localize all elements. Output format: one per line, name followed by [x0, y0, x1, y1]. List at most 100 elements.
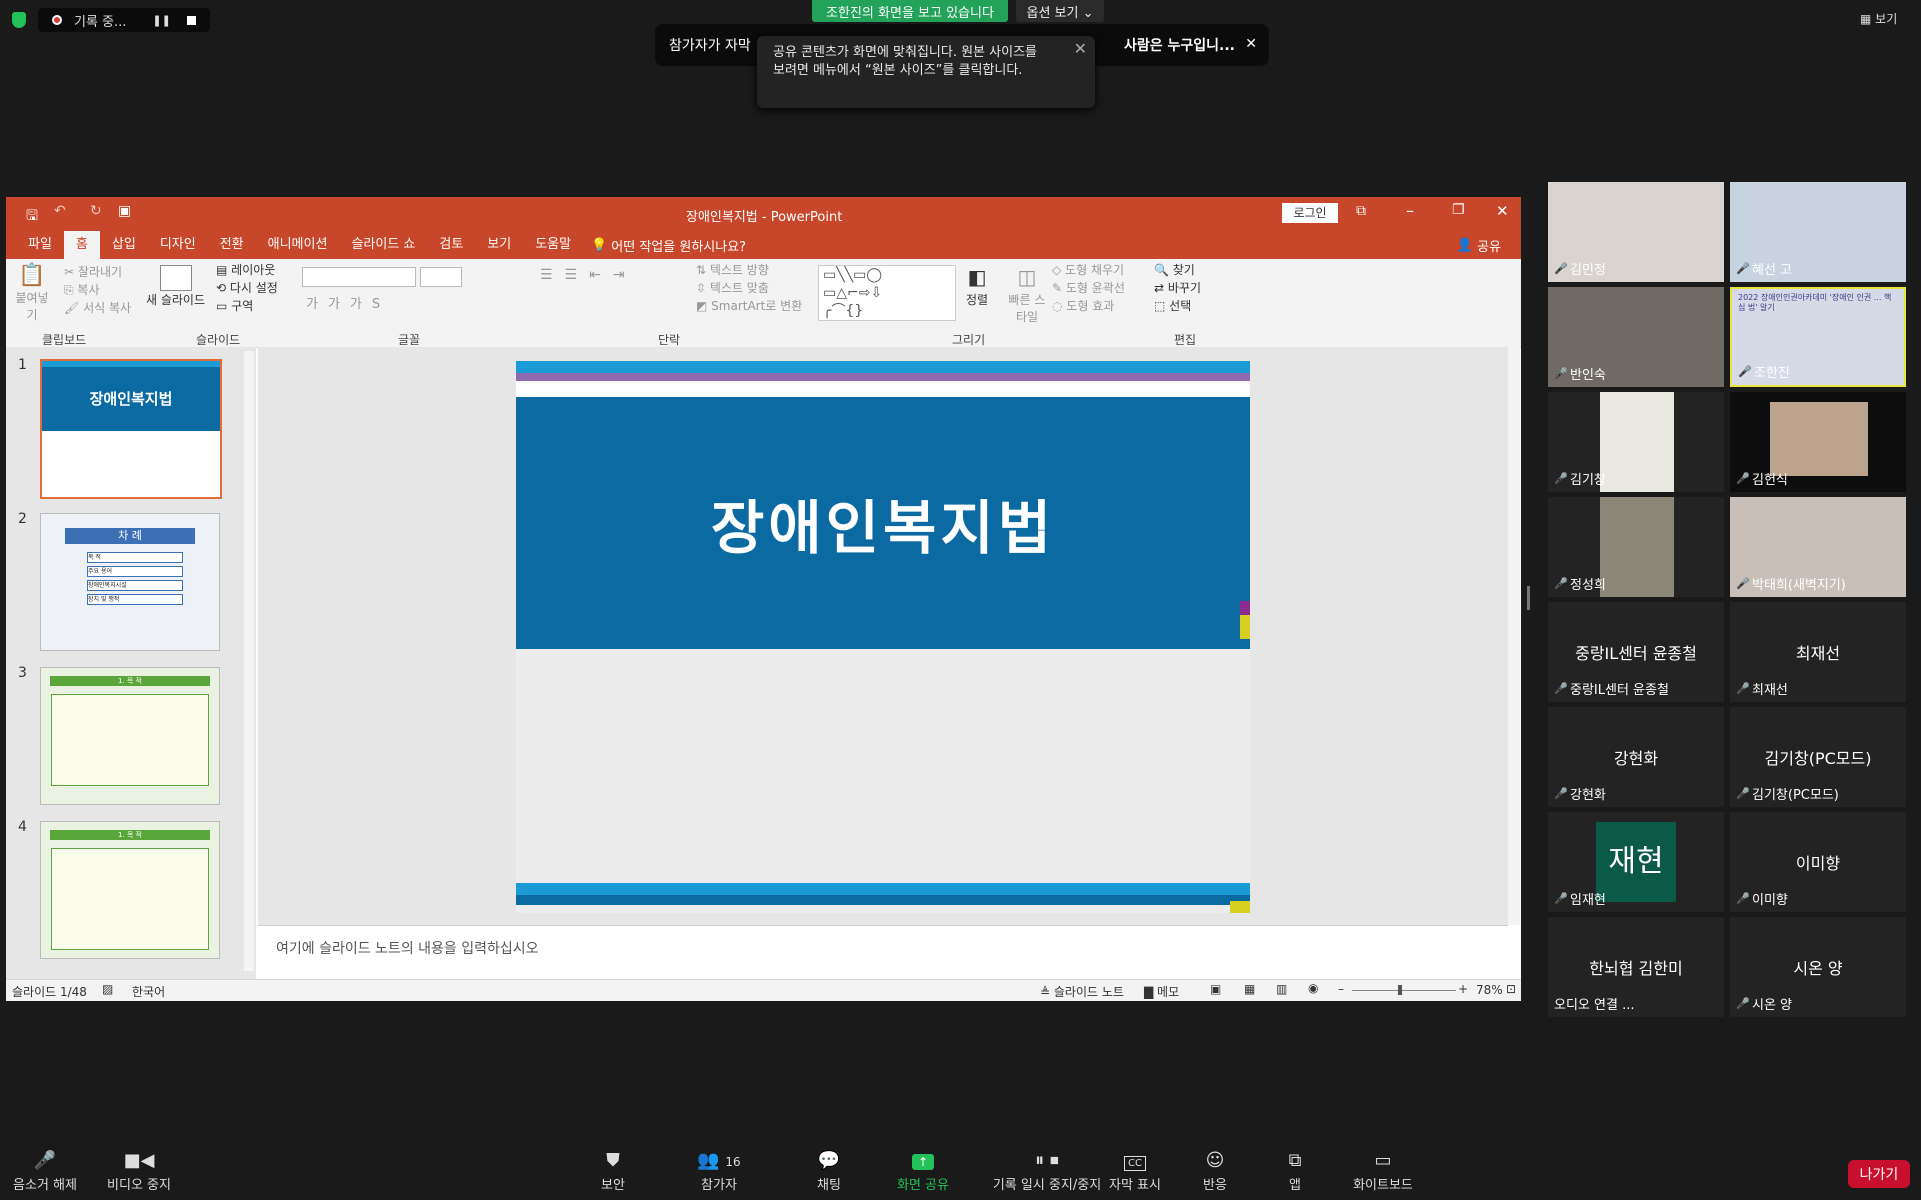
text-direction-button[interactable]: ⇅ 텍스트 방향 — [696, 261, 802, 279]
shape-fill-button[interactable]: ◇ 도형 채우기 — [1052, 261, 1125, 279]
restore-icon[interactable]: ❐ — [1452, 202, 1465, 218]
close-icon[interactable]: ✕ — [1496, 202, 1509, 220]
whiteboard-button[interactable]: ▭ 화이트보드 — [1338, 1150, 1428, 1193]
save-icon[interactable]: 🖫 — [26, 205, 38, 229]
notes-pane[interactable]: 여기에 슬라이드 노트의 내용을 입력하십시오 — [258, 925, 1508, 980]
reactions-button[interactable]: ☺ 반응 — [1170, 1150, 1260, 1193]
participant-tile[interactable]: 🎤 박태희(새벽지기) — [1730, 497, 1906, 597]
font-size-select[interactable] — [420, 267, 462, 287]
reading-view-icon[interactable]: ▥ — [1276, 982, 1287, 996]
slide-scrollbar[interactable] — [1508, 347, 1520, 925]
zoom-slider[interactable] — [1352, 985, 1456, 995]
present-icon[interactable]: ▣ — [118, 203, 131, 219]
participant-tile[interactable]: 시온 양 🎤 시온 양 — [1730, 917, 1906, 1017]
participant-tile[interactable]: 🎤 혜선 고 — [1730, 182, 1906, 282]
stop-video-button[interactable]: ■◀ 비디오 중지 — [94, 1150, 184, 1193]
tab-file[interactable]: 파일 — [16, 231, 64, 259]
captions-button[interactable]: CC 자막 표시 — [1090, 1150, 1180, 1193]
participant-tile[interactable]: 🎤 반인숙 — [1548, 287, 1724, 387]
quick-styles-button[interactable]: ◫ 빠른 스타일 — [1006, 265, 1048, 325]
login-button[interactable]: 로그인 — [1282, 203, 1338, 223]
paste-button[interactable]: 📋 붙여넣기 — [12, 263, 52, 323]
copy-button[interactable]: ⎘ 복사 — [64, 281, 131, 299]
participant-tile[interactable]: 🎤 김기창 — [1548, 392, 1724, 492]
spellcheck-icon[interactable]: ▨ — [102, 982, 113, 996]
close-icon[interactable]: ✕ — [1074, 40, 1087, 58]
zoom-in-icon[interactable]: + — [1458, 982, 1468, 996]
new-slide-button[interactable]: 새 슬라이드 — [146, 265, 205, 308]
reset-button[interactable]: ⟲ 다시 설정 — [216, 279, 278, 297]
section-button[interactable]: ▭ 구역 — [216, 297, 278, 315]
find-button[interactable]: 🔍 찾기 — [1154, 261, 1201, 279]
leave-button[interactable]: 나가기 — [1848, 1160, 1910, 1188]
apps-button[interactable]: ⧉ 앱 — [1250, 1150, 1340, 1193]
participants-button[interactable]: 👥 16 참가자 — [674, 1150, 764, 1193]
share-button[interactable]: 공유 — [1477, 236, 1501, 255]
participant-tile[interactable]: 한뇌협 김한미 오디오 연결 ... — [1548, 917, 1724, 1017]
smartart-button[interactable]: ◩ SmartArt로 변환 — [696, 297, 802, 315]
chat-button[interactable]: 💬 채팅 — [784, 1150, 874, 1193]
participant-tile[interactable]: 강현화 🎤 강현화 — [1548, 707, 1724, 807]
status-language[interactable]: 한국어 — [132, 983, 165, 1000]
tab-design[interactable]: 디자인 — [148, 231, 208, 259]
gallery-resize-handle[interactable] — [1527, 586, 1530, 610]
tab-review[interactable]: 검토 — [427, 231, 475, 259]
pause-recording-icon[interactable]: ❚❚ — [152, 14, 170, 27]
cut-button[interactable]: ✂ 잘라내기 — [64, 263, 131, 281]
participant-tile[interactable]: 김기창(PC모드) 🎤 김기창(PC모드) — [1730, 707, 1906, 807]
notes-toggle[interactable]: ≜ 슬라이드 노트 — [1040, 983, 1124, 1000]
zoom-out-icon[interactable]: – — [1338, 982, 1344, 996]
font-name-select[interactable] — [302, 267, 416, 287]
shape-effects-button[interactable]: ◌ 도형 효과 — [1052, 297, 1125, 315]
normal-view-icon[interactable]: ▣ — [1210, 982, 1221, 996]
tell-me-search[interactable]: 어떤 작업을 원하시나요? — [611, 236, 746, 255]
close-icon[interactable]: ✕ — [1245, 36, 1257, 52]
tab-view[interactable]: 보기 — [475, 231, 523, 259]
slide-thumbnail[interactable]: 1. 목 적 — [40, 667, 220, 805]
select-button[interactable]: ⬚ 선택 — [1154, 297, 1201, 315]
participant-tile[interactable]: 최재선 🎤 최재선 — [1730, 602, 1906, 702]
tab-help[interactable]: 도움말 — [523, 231, 583, 259]
redo-icon[interactable]: ↻ — [90, 203, 102, 219]
slide-thumbnail[interactable]: 1. 목 적 — [40, 821, 220, 959]
replace-button[interactable]: ⇄ 바꾸기 — [1154, 279, 1201, 297]
shapes-gallery[interactable]: ▭╲╲▭◯ ▭△⌐⇨⇩ ╭⌒{} — [818, 265, 956, 321]
format-painter-button[interactable]: 🖌 서식 복사 — [64, 299, 131, 317]
main-slide[interactable]: 장애인복지법 — [516, 361, 1250, 913]
participant-tile[interactable]: 🎤 정성희 — [1548, 497, 1724, 597]
slide-thumbnail[interactable]: 장애인복지법 — [40, 359, 222, 499]
paragraph-buttons[interactable]: ☰☰⇤⇥ — [540, 267, 637, 283]
zoom-level[interactable]: 78% — [1476, 983, 1503, 997]
tab-slideshow[interactable]: 슬라이드 쇼 — [339, 231, 427, 259]
tab-animations[interactable]: 애니메이션 — [256, 231, 340, 259]
participant-tile[interactable]: 🎤 김민정 — [1548, 182, 1724, 282]
security-button[interactable]: ⛊ 보안 — [568, 1150, 658, 1193]
slide-sorter-icon[interactable]: ▦ — [1244, 982, 1255, 996]
tab-transitions[interactable]: 전환 — [208, 231, 256, 259]
participant-tile[interactable]: 중랑IL센터 윤종철 🎤 중랑IL센터 윤종철 — [1548, 602, 1724, 702]
participant-tile[interactable]: 🎤 김헌식 — [1730, 392, 1906, 492]
slide-thumbnail[interactable]: 차 례 목 적 주요 용어 장애인복지시설 장치 및 행적 — [40, 513, 220, 651]
security-shield-icon[interactable] — [12, 12, 26, 28]
slideshow-view-icon[interactable]: ◉ — [1308, 981, 1318, 995]
view-options-button[interactable]: 옵션 보기 ⌄ — [1016, 0, 1104, 22]
stop-recording-icon[interactable] — [186, 15, 196, 25]
arrange-button[interactable]: ◧ 정렬 — [966, 265, 988, 308]
font-style-buttons[interactable]: 가가가S — [306, 293, 390, 312]
align-text-button[interactable]: ⇳ 텍스트 맞춤 — [696, 279, 802, 297]
undo-icon[interactable]: ↶ — [54, 203, 66, 219]
participant-tile-active-speaker[interactable]: 2022 장애인인권아카데미 '장애인 인권 ... 핵심 법' 알기 🎤 조한진 — [1730, 287, 1906, 387]
minimize-icon[interactable]: – — [1406, 201, 1414, 220]
tab-home[interactable]: 홈 — [63, 231, 100, 259]
participant-tile[interactable]: 이미향 🎤 이미향 — [1730, 812, 1906, 912]
shape-outline-button[interactable]: ✎ 도형 윤곽선 — [1052, 279, 1125, 297]
view-button[interactable]: ▦ 보기 — [1860, 10, 1897, 27]
comments-toggle[interactable]: ▇ 메모 — [1144, 983, 1179, 1000]
zoom-slider-thumb[interactable] — [1398, 985, 1402, 995]
thumbs-scrollbar[interactable] — [244, 351, 254, 971]
fit-slide-icon[interactable]: ⊡ — [1506, 982, 1516, 996]
layout-button[interactable]: ▤ 레이아웃 — [216, 261, 278, 279]
unmute-button[interactable]: 🎤 음소거 해제 — [0, 1150, 90, 1193]
tab-insert[interactable]: 삽입 — [100, 231, 148, 259]
share-screen-button[interactable]: ↑ 화면 공유 — [878, 1150, 968, 1193]
